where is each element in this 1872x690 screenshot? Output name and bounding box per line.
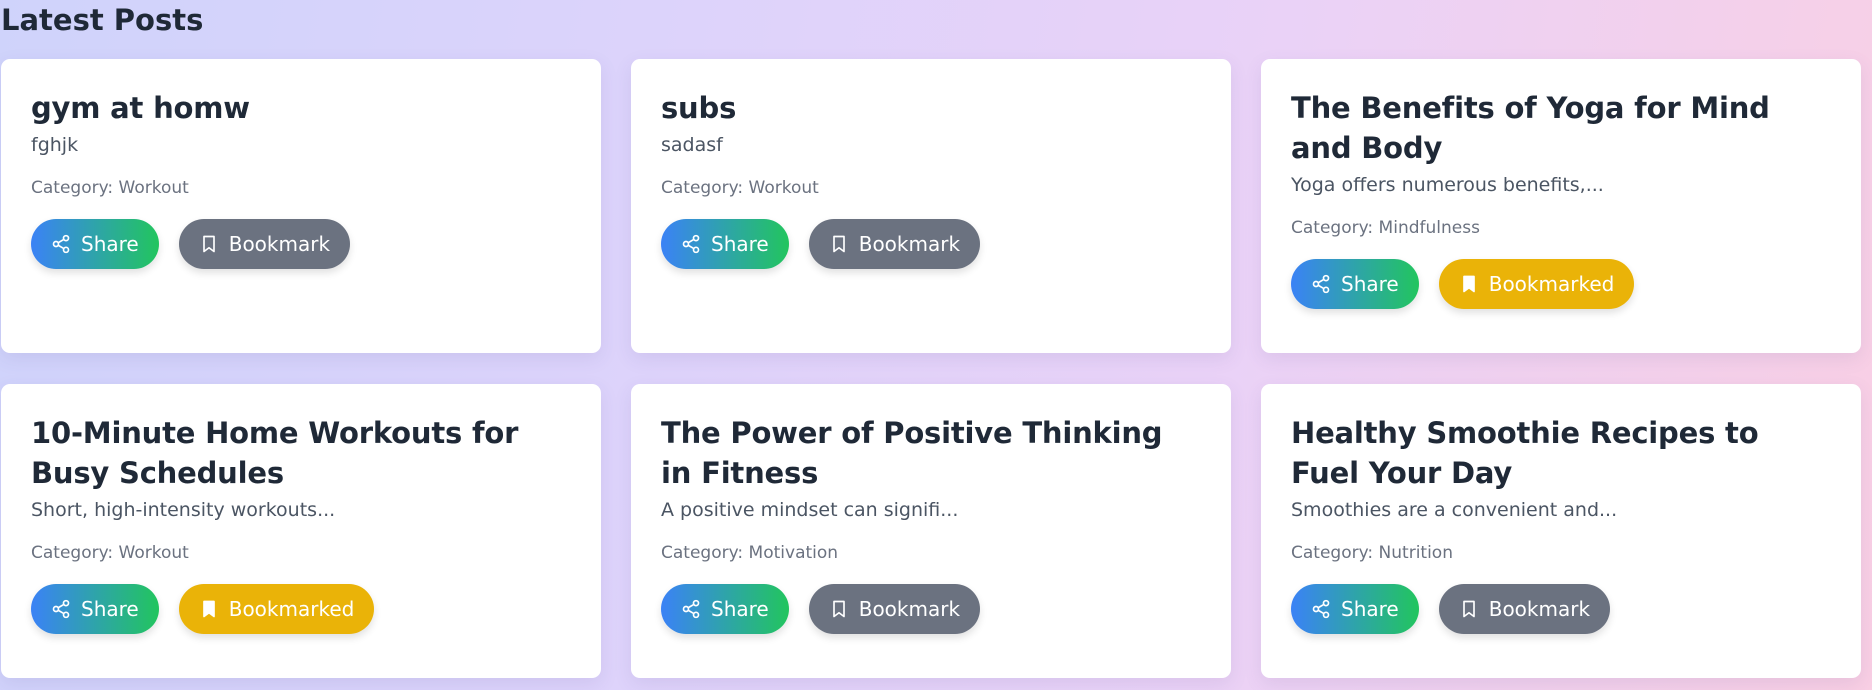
post-card: Healthy Smoothie Recipes to Fuel Your Da… (1261, 384, 1861, 678)
bookmark-icon (199, 234, 219, 254)
post-title[interactable]: Healthy Smoothie Recipes to Fuel Your Da… (1291, 413, 1831, 493)
bookmark-button[interactable]: Bookmark (1438, 584, 1611, 634)
bookmark-filled-icon (199, 599, 219, 619)
bookmark-label: Bookmark (858, 232, 961, 256)
post-card: The Power of Positive Thinking in Fitnes… (631, 384, 1231, 678)
post-category: Category: Workout (31, 178, 189, 198)
share-label: Share (711, 232, 769, 256)
bookmark-icon (1459, 599, 1479, 619)
bookmark-button[interactable]: Bookmark (178, 219, 351, 269)
post-title[interactable]: 10-Minute Home Workouts for Busy Schedul… (31, 413, 571, 493)
posts-grid: gym at homw fghjk Category: Workout Shar… (1, 59, 1861, 678)
post-excerpt: Smoothies are a convenient and... (1291, 499, 1618, 521)
page-title: Latest Posts (1, 3, 204, 37)
share-icon (1311, 599, 1331, 619)
post-category: Category: Mindfulness (1291, 218, 1480, 238)
share-label: Share (81, 597, 139, 621)
share-button[interactable]: Share (31, 219, 159, 269)
share-label: Share (1341, 272, 1399, 296)
post-actions: Share Bookmark (1291, 584, 1831, 634)
post-card: 10-Minute Home Workouts for Busy Schedul… (1, 384, 601, 678)
post-excerpt: Yoga offers numerous benefits,... (1291, 174, 1604, 196)
post-card: subs sadasf Category: Workout Share Book… (631, 59, 1231, 353)
share-icon (1311, 274, 1331, 294)
bookmark-label: Bookmark (1488, 597, 1591, 621)
share-button[interactable]: Share (1291, 584, 1419, 634)
post-actions: Share Bookmark (31, 219, 571, 269)
bookmarked-button[interactable]: Bookmarked (1438, 259, 1635, 309)
share-button[interactable]: Share (661, 219, 789, 269)
bookmark-button[interactable]: Bookmark (808, 584, 981, 634)
post-actions: Share Bookmarked (1291, 259, 1831, 309)
share-icon (681, 234, 701, 254)
share-icon (51, 234, 71, 254)
bookmark-filled-icon (1459, 274, 1479, 294)
share-label: Share (1341, 597, 1399, 621)
bookmark-label: Bookmark (858, 597, 961, 621)
bookmark-icon (829, 234, 849, 254)
bookmark-label: Bookmarked (228, 597, 355, 621)
bookmark-icon (829, 599, 849, 619)
post-title[interactable]: subs (661, 88, 1201, 128)
post-actions: Share Bookmarked (31, 584, 571, 634)
post-title[interactable]: The Benefits of Yoga for Mind and Body (1291, 88, 1831, 168)
post-category: Category: Workout (661, 178, 819, 198)
bookmark-label: Bookmarked (1488, 272, 1615, 296)
bookmarked-button[interactable]: Bookmarked (178, 584, 375, 634)
share-button[interactable]: Share (31, 584, 159, 634)
post-excerpt: fghjk (31, 134, 79, 156)
post-category: Category: Motivation (661, 543, 839, 563)
post-category: Category: Workout (31, 543, 189, 563)
post-excerpt: Short, high-intensity workouts... (31, 499, 336, 521)
share-icon (681, 599, 701, 619)
share-icon (51, 599, 71, 619)
post-title[interactable]: gym at homw (31, 88, 571, 128)
post-excerpt: A positive mindset can signifi... (661, 499, 959, 521)
post-card: The Benefits of Yoga for Mind and Body Y… (1261, 59, 1861, 353)
bookmark-label: Bookmark (228, 232, 331, 256)
post-title[interactable]: The Power of Positive Thinking in Fitnes… (661, 413, 1201, 493)
post-excerpt: sadasf (661, 134, 723, 156)
share-button[interactable]: Share (661, 584, 789, 634)
share-button[interactable]: Share (1291, 259, 1419, 309)
post-actions: Share Bookmark (661, 584, 1201, 634)
post-category: Category: Nutrition (1291, 543, 1453, 563)
post-card: gym at homw fghjk Category: Workout Shar… (1, 59, 601, 353)
share-label: Share (711, 597, 769, 621)
post-actions: Share Bookmark (661, 219, 1201, 269)
share-label: Share (81, 232, 139, 256)
bookmark-button[interactable]: Bookmark (808, 219, 981, 269)
